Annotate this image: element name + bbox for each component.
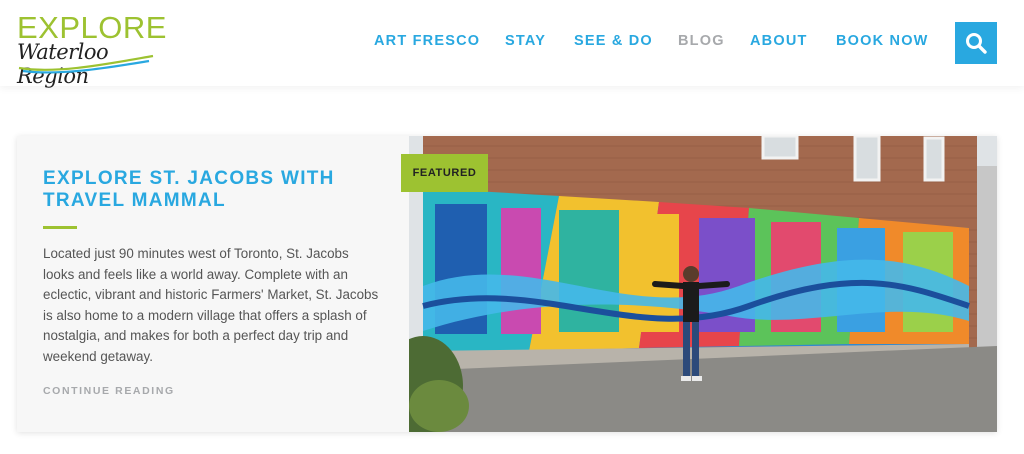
title-divider — [43, 226, 77, 229]
article-excerpt: Located just 90 minutes west of Toronto,… — [43, 246, 379, 364]
nav-item-about[interactable]: ABOUT — [750, 33, 808, 49]
site-logo[interactable]: EXPLORE Waterloo Region — [17, 12, 166, 89]
featured-badge: FEATURED — [401, 154, 488, 192]
nav-item-blog[interactable]: BLOG — [678, 33, 725, 49]
nav-item-see-and-do[interactable]: SEE & DO — [574, 33, 653, 49]
nav-item-stay[interactable]: STAY — [505, 33, 546, 49]
search-icon — [966, 33, 987, 54]
search-button[interactable] — [955, 22, 997, 64]
article-text: EXPLORE ST. JACOBS WITH TRAVEL MAMMAL Lo… — [17, 136, 409, 432]
featured-article-card[interactable]: EXPLORE ST. JACOBS WITH TRAVEL MAMMAL Lo… — [17, 136, 997, 432]
continue-reading-link[interactable]: CONTINUE READING — [43, 385, 175, 397]
article-image[interactable] — [409, 136, 997, 432]
article-title[interactable]: EXPLORE ST. JACOBS WITH TRAVEL MAMMAL — [43, 168, 383, 212]
nav-item-art-fresco[interactable]: ART FRESCO — [374, 33, 480, 49]
site-header: EXPLORE Waterloo Region ART FRESCO STAY … — [0, 0, 1024, 89]
logo-swoosh-icon — [18, 54, 154, 74]
mural-photo-image — [409, 136, 997, 432]
nav-item-book-now[interactable]: BOOK NOW — [836, 33, 929, 49]
